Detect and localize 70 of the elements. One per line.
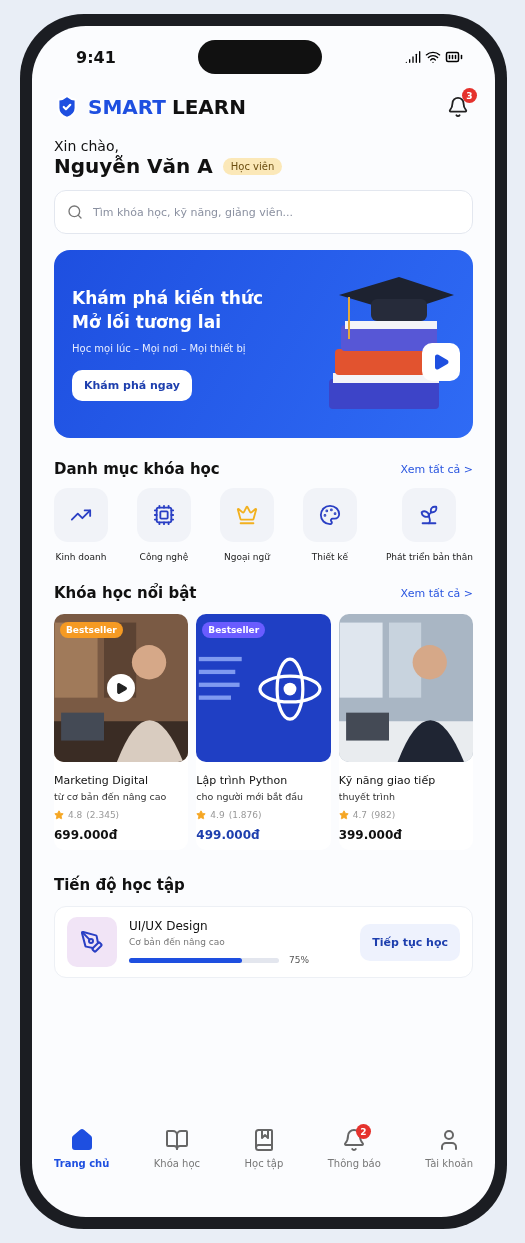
review-count: (1.876): [228, 810, 262, 820]
user-name: Nguyễn Văn A: [54, 154, 213, 178]
notification-icon: [342, 1128, 367, 1152]
star-icon: [54, 810, 64, 820]
category-label: Công nghệ: [139, 552, 189, 562]
course-price: 499.000đ: [196, 828, 261, 842]
course-rating: 4.7: [352, 810, 367, 820]
course-title: Lập trình Python: [196, 774, 289, 787]
category-label: Ngoại ngữ: [223, 552, 270, 562]
search-field[interactable]: Tìm khóa học, kỹ năng, giảng viên...: [54, 190, 473, 234]
category-label: Phát triển bản thân: [385, 552, 473, 562]
course-subtitle: Cơ bản đến nâng cao: [129, 937, 226, 947]
nav-tab[interactable]: Khóa học: [153, 1128, 201, 1169]
home-icon: [69, 1128, 94, 1152]
course-rating: 4.9: [210, 810, 225, 820]
notification-count: 3: [462, 88, 477, 103]
banner-title: Mở lối tương lai: [72, 311, 222, 334]
crown-icon: [235, 504, 258, 526]
star-icon: [338, 810, 349, 820]
course-subtitle: từ cơ bản đến nâng cao: [54, 791, 168, 802]
status-time: 9:41: [76, 47, 116, 67]
course-card[interactable]: Bestseller Marketing Digital từ cơ bản đến nâng cao 4.8 (2.345) 699.000đ: [54, 614, 189, 850]
banner-subtitle: Học mọi lúc – Mọi nơi – Mọi thiết bị: [72, 342, 247, 354]
continue-button[interactable]: Tiếp tục học: [360, 923, 460, 961]
explore-button[interactable]: Khám phá ngay: [72, 369, 192, 401]
course-price: 399.000đ: [338, 828, 403, 842]
section-title: Khóa học nổi bật: [54, 584, 197, 602]
course-rating: 4.8: [68, 810, 83, 820]
course-price: 699.000đ: [54, 828, 119, 842]
notification-count: 2: [355, 1124, 371, 1139]
see-all-link[interactable]: Xem tất cả >: [400, 586, 473, 600]
section-title: Danh mục khóa học: [54, 460, 220, 478]
course-title: UI/UX Design: [129, 919, 209, 933]
banner-title: Khám phá kiến thức: [72, 287, 264, 311]
play-icon: [432, 353, 450, 371]
bestseller-badge: Bestseller: [202, 622, 266, 638]
category-button[interactable]: [302, 488, 357, 542]
play-button[interactable]: [422, 343, 460, 381]
nav-tab[interactable]: Trang chủ: [54, 1128, 110, 1169]
category-button[interactable]: [136, 488, 191, 542]
section-title: Tiến độ học tập: [54, 876, 185, 894]
course-subtitle: cho người mới bắt đầu: [196, 791, 305, 802]
signal-icon: [405, 49, 421, 65]
play-icon: [114, 681, 128, 695]
palette-icon: [318, 504, 341, 526]
bestseller-badge: Bestseller: [60, 622, 123, 638]
review-count: (2.345): [86, 810, 120, 820]
course-card[interactable]: Bestseller Lập trình Python cho người mới bắt đầu 4.9 (1.876) 499.000đ: [196, 614, 331, 850]
wifi-icon: [425, 49, 441, 65]
course-title: Kỹ năng giao tiếp: [338, 774, 437, 787]
search-icon: [67, 204, 83, 220]
category-label: Kinh doanh: [55, 552, 107, 562]
nav-tab[interactable]: Học tập: [244, 1128, 284, 1169]
star-icon: [196, 810, 207, 820]
category-label: Thiết kế: [311, 552, 349, 562]
progress-percent: 75%: [289, 955, 309, 965]
design-course-icon: [67, 917, 117, 967]
brand-name: LEARN: [171, 95, 246, 119]
book-icon: [164, 1128, 189, 1152]
brand-name: SMART: [88, 95, 166, 119]
course-title: Marketing Digital: [54, 774, 149, 787]
course-subtitle: thuyết trình: [338, 791, 396, 802]
role-badge: Học viên: [222, 157, 283, 175]
review-count: (982): [371, 810, 396, 820]
see-all-link[interactable]: Xem tất cả >: [400, 462, 473, 476]
chip-icon: [152, 504, 175, 526]
course-card[interactable]: Kỹ năng giao tiếp thuyết trình 4.7 (982) 399.000đ: [338, 614, 473, 850]
category-button[interactable]: [402, 488, 457, 542]
nav-tab[interactable]: Tài khoản: [425, 1128, 473, 1169]
greeting-text: Xin chào,: [54, 138, 120, 154]
